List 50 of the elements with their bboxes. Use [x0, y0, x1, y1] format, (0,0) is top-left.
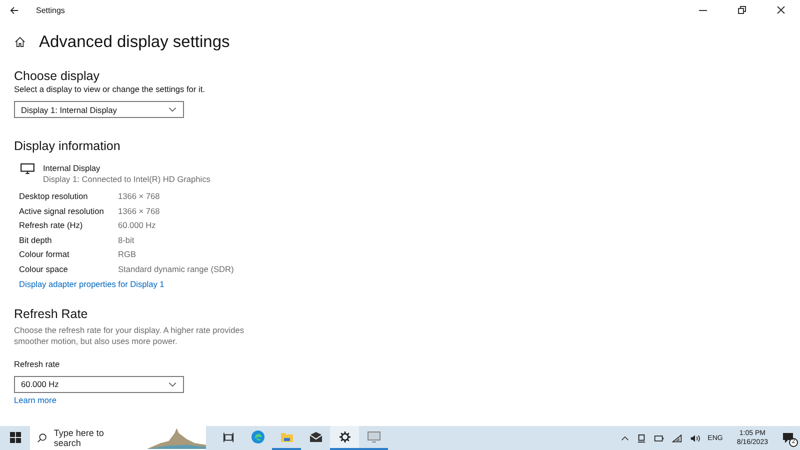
back-arrow-icon[interactable]: [10, 6, 19, 14]
display-dropdown[interactable]: Display 1: Internal Display: [14, 101, 184, 118]
refresh-rate-dropdown[interactable]: 60.000 Hz: [14, 376, 184, 393]
learn-more-link[interactable]: Learn more: [14, 394, 56, 406]
info-value: Standard dynamic range (SDR): [118, 264, 234, 275]
folder-icon: [280, 431, 294, 443]
restore-icon[interactable]: [737, 5, 747, 15]
section-description: Choose the refresh rate for your display. A higher rate provides smoother motion, but also uses more power.: [14, 324, 245, 347]
field-label: Select a display to view or change the settings for it.: [14, 84, 205, 95]
info-label: Refresh rate (Hz): [19, 220, 84, 232]
info-value: 1366 × 768: [118, 206, 161, 217]
wifi-icon[interactable]: [672, 434, 682, 442]
landscape-picture-icon: [146, 427, 206, 449]
section-heading: Display information: [14, 138, 120, 154]
info-value: 60.000 Hz: [118, 220, 157, 232]
device-icon[interactable]: [636, 434, 646, 442]
info-value: 1366 × 768: [118, 191, 161, 202]
info-value: 8-bit: [118, 234, 136, 246]
info-label: Colour space: [19, 264, 69, 275]
chevron-down-icon: [168, 107, 177, 112]
taskbar-search-box[interactable]: Type here to search: [30, 426, 206, 450]
settings-taskbar-button[interactable]: [330, 426, 359, 450]
notification-icon: [782, 432, 794, 444]
search-icon: [37, 433, 47, 443]
field-label: Refresh rate: [14, 358, 60, 370]
settings-icon: [338, 431, 350, 443]
info-label: Active signal resolution: [19, 206, 105, 217]
speaker-icon[interactable]: [690, 434, 700, 442]
info-label: Desktop resolution: [19, 191, 89, 202]
task-view-icon: [223, 432, 234, 442]
battery-icon[interactable]: [654, 434, 664, 442]
monitor-app-icon: [366, 431, 380, 443]
info-value: RGB: [118, 249, 137, 260]
section-heading: Choose display: [14, 68, 100, 84]
monitor-icon: [20, 163, 35, 174]
chevron-down-icon: [168, 382, 177, 387]
windows-logo-icon: [10, 432, 20, 442]
info-label: Colour format: [19, 249, 70, 260]
home-icon[interactable]: [14, 36, 26, 48]
close-icon[interactable]: [776, 5, 786, 15]
window-title: Settings: [36, 6, 65, 14]
chevron-up-icon[interactable]: [620, 436, 629, 440]
mail-icon: [308, 431, 322, 443]
info-label: Bit depth: [19, 234, 53, 246]
device-name: Internal Display: [43, 163, 102, 174]
device-detail: Display 1: Connected to Intel(R) HD Graphics: [43, 174, 210, 185]
browser-icon: [250, 430, 264, 444]
adapter-properties-link[interactable]: Display adapter properties for Display 1: [19, 278, 164, 290]
section-heading: Refresh Rate: [14, 306, 88, 322]
page-title: Advanced display settings: [39, 32, 230, 53]
